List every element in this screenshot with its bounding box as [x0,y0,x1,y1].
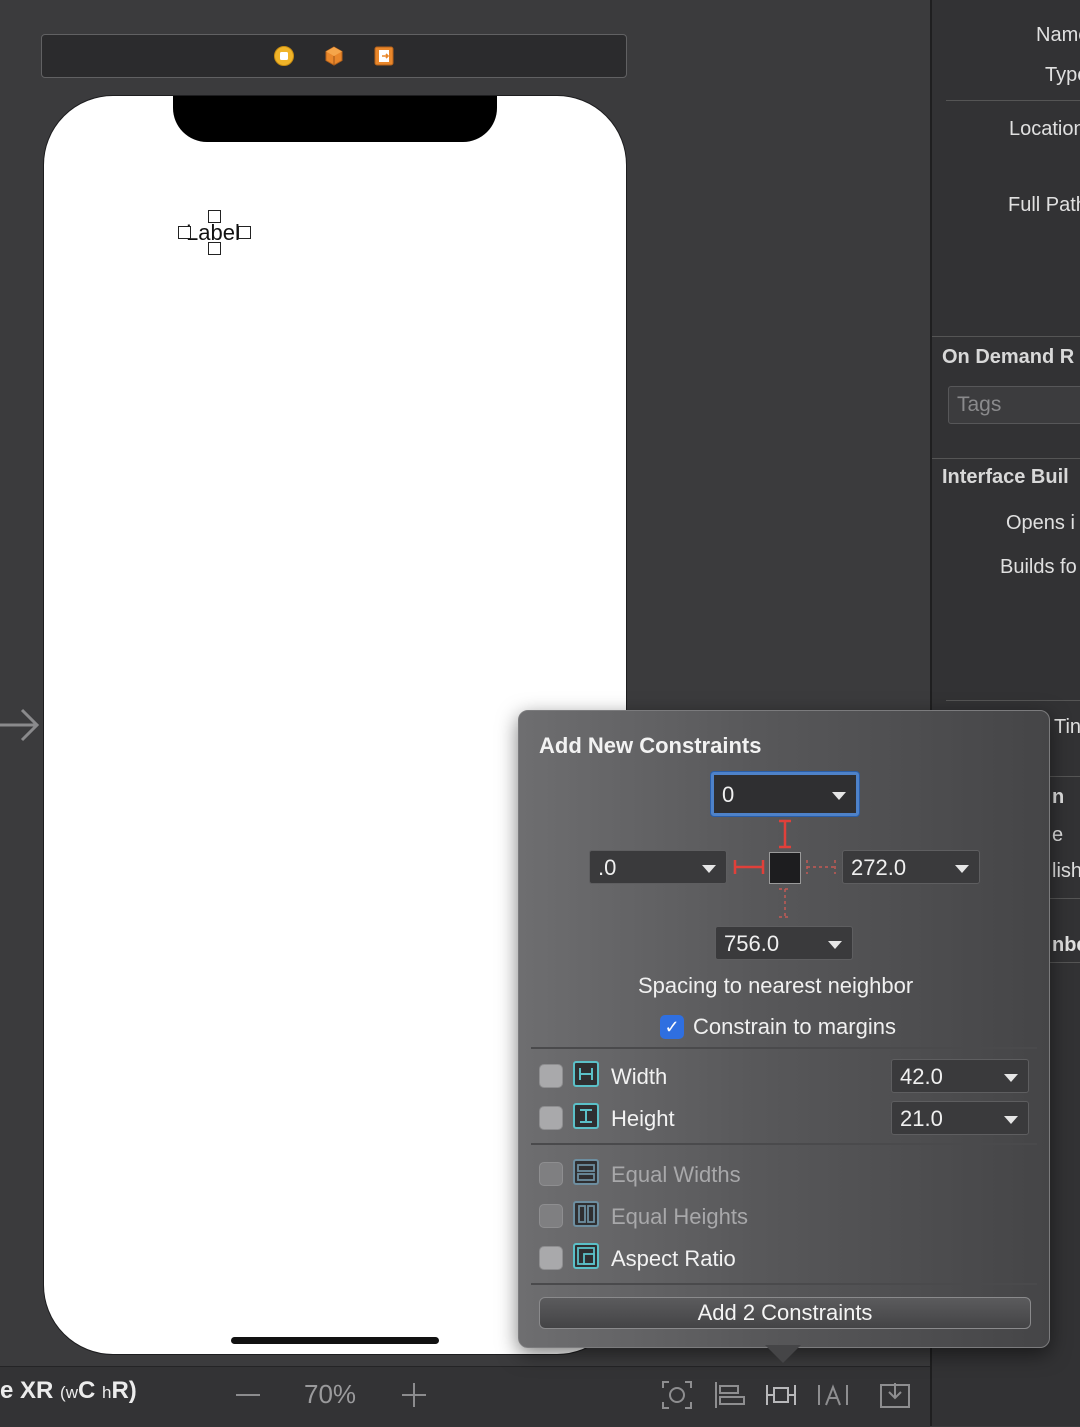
bottom-spacing-field[interactable]: 756.0 [715,926,853,960]
inspector-builds-for-label: Builds fo [1000,556,1077,578]
selected-view-box [769,852,801,884]
height-constraint-icon [573,1103,599,1129]
divider [932,336,1080,337]
resolve-issues-icon[interactable] [816,1379,850,1411]
aspect-ratio-label: Aspect Ratio [611,1246,736,1271]
divider [531,1047,1037,1049]
embed-in-icon[interactable] [878,1379,912,1411]
add-new-constraints-popover: Add New Constraints 0 .0 272.0 756.0 Spa… [518,710,1050,1348]
inspector-partial-e: e [1052,824,1064,846]
add-constraints-button[interactable]: Add 2 Constraints [539,1297,1031,1329]
bottom-constraint-strut-icon[interactable] [775,887,795,919]
divider [1050,776,1080,777]
popover-title: Add New Constraints [539,733,762,758]
divider [531,1143,1037,1145]
resize-handle-right[interactable] [238,226,251,239]
initial-scene-arrow-icon [0,708,40,742]
update-frames-icon[interactable] [660,1379,694,1411]
resize-handle-bottom[interactable] [208,242,221,255]
equal-widths-checkbox[interactable] [539,1162,563,1186]
size-class-open: (w [60,1383,78,1402]
inspector-opens-in-label: Opens i [1006,512,1075,534]
scene-dock [41,34,627,78]
inspector-partial-tin: Tin [1054,716,1080,738]
device-name: e XR [0,1377,54,1404]
leading-constraint-strut-icon[interactable] [733,857,765,877]
inspector-fullpath-label: Full Path [1008,194,1080,216]
divider [932,458,1080,459]
on-demand-section-header: On Demand R [942,346,1075,368]
height-checkbox[interactable] [539,1106,563,1130]
align-icon[interactable] [712,1379,746,1411]
popover-pointer [765,1345,801,1363]
add-new-constraints-icon[interactable] [764,1379,798,1411]
width-checkbox[interactable] [539,1064,563,1088]
height-value: 21.0 [900,1106,943,1131]
resize-handle-top[interactable] [208,210,221,223]
zoom-level: 70% [304,1379,357,1409]
width-constraint-icon [573,1061,599,1087]
chevron-down-icon[interactable] [1004,1116,1018,1124]
top-spacing-field[interactable]: 0 [711,772,859,816]
trailing-constraint-strut-icon[interactable] [805,857,837,877]
home-indicator [231,1337,439,1344]
aspect-ratio-checkbox[interactable] [539,1246,563,1270]
width-class: C [77,1377,96,1404]
inspector-partial-nbe: nbe [1052,934,1080,956]
constrain-to-margins-label: Constrain to margins [693,1014,896,1039]
divider [946,700,1080,701]
first-responder-icon[interactable] [322,44,346,68]
bottom-spacing-value: 756.0 [724,931,780,956]
divider [1050,962,1080,963]
selected-label[interactable]: Label [178,210,251,255]
chevron-down-icon[interactable] [702,865,716,873]
trailing-spacing-field[interactable]: 272.0 [842,850,980,884]
spacing-caption: Spacing to nearest neighbor [638,973,914,998]
interface-builder-section-header: Interface Buil [942,466,1069,488]
top-constraint-strut-icon[interactable] [775,819,795,849]
width-value-field[interactable]: 42.0 [891,1059,1029,1093]
equal-widths-label: Equal Widths [611,1162,741,1187]
height-value-field[interactable]: 21.0 [891,1101,1029,1135]
inspector-location-label: Location [1009,118,1080,140]
resize-handle-left[interactable] [178,226,191,239]
equal-heights-label: Equal Heights [611,1204,748,1229]
zoom-in-icon[interactable] [400,1381,428,1409]
chevron-down-icon[interactable] [955,865,969,873]
chevron-down-icon[interactable] [828,941,842,949]
canvas-bottom-bar: e XR (wC hR) 70% [0,1366,930,1427]
width-label: Width [611,1064,668,1089]
zoom-out-icon[interactable] [234,1381,262,1409]
equal-widths-icon [573,1159,599,1185]
chevron-down-icon[interactable] [1004,1074,1018,1082]
exit-icon[interactable] [372,44,396,68]
device-notch [173,96,497,142]
width-value: 42.0 [900,1064,943,1089]
equal-heights-checkbox[interactable] [539,1204,563,1228]
view-controller-icon[interactable] [272,44,296,68]
trailing-spacing-value: 272.0 [851,855,907,880]
chevron-down-icon[interactable] [832,792,846,800]
equal-heights-icon [573,1201,599,1227]
inspector-name-label: Name [1036,24,1080,46]
tags-input[interactable]: Tags [948,386,1080,424]
top-spacing-value: 0 [722,782,735,807]
height-class: R) [111,1377,137,1404]
constrain-to-margins-checkbox[interactable]: ✓ [660,1015,684,1039]
aspect-ratio-icon [573,1243,599,1269]
inspector-partial-lish: lish [1052,860,1080,882]
device-configuration-button[interactable]: e XR (wC hR) [0,1377,137,1405]
inspector-type-label: Type [1045,64,1080,86]
inspector-partial-n: n [1052,786,1065,808]
leading-spacing-field[interactable]: .0 [589,850,727,884]
height-label: Height [611,1106,675,1131]
divider [1050,898,1080,899]
divider [946,100,1080,101]
leading-spacing-value: .0 [598,855,617,880]
divider [531,1283,1037,1285]
